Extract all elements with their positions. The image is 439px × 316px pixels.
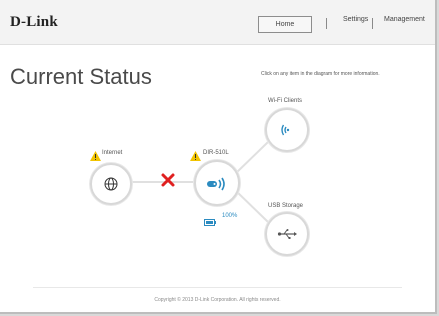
footer-copyright: Copyright © 2013 D-Link Corporation. All… bbox=[154, 297, 281, 303]
internet-label: Internet bbox=[102, 150, 123, 156]
wifi-clients-node[interactable] bbox=[265, 108, 309, 152]
globe-icon bbox=[104, 177, 118, 191]
footer-divider bbox=[33, 287, 402, 288]
internet-node[interactable] bbox=[90, 163, 132, 205]
page-frame: D-Link Home Settings Management Current … bbox=[0, 0, 437, 314]
router-label: DIR-510L bbox=[203, 150, 229, 156]
usb-icon bbox=[277, 229, 297, 239]
usb-storage-label: USB Storage bbox=[268, 203, 304, 209]
wifi-clients-label: Wi-Fi Clients bbox=[268, 98, 302, 104]
internet-warning-icon bbox=[90, 148, 101, 166]
battery-percent: 100% bbox=[222, 213, 238, 219]
battery-icon bbox=[204, 213, 216, 231]
router-warning-icon bbox=[190, 148, 201, 166]
router-icon bbox=[207, 177, 225, 191]
usb-storage-node[interactable] bbox=[265, 212, 309, 256]
wifi-icon bbox=[281, 124, 290, 136]
router-node[interactable] bbox=[194, 160, 240, 206]
connection-lines bbox=[130, 141, 269, 223]
disconnected-x-icon bbox=[160, 172, 176, 188]
